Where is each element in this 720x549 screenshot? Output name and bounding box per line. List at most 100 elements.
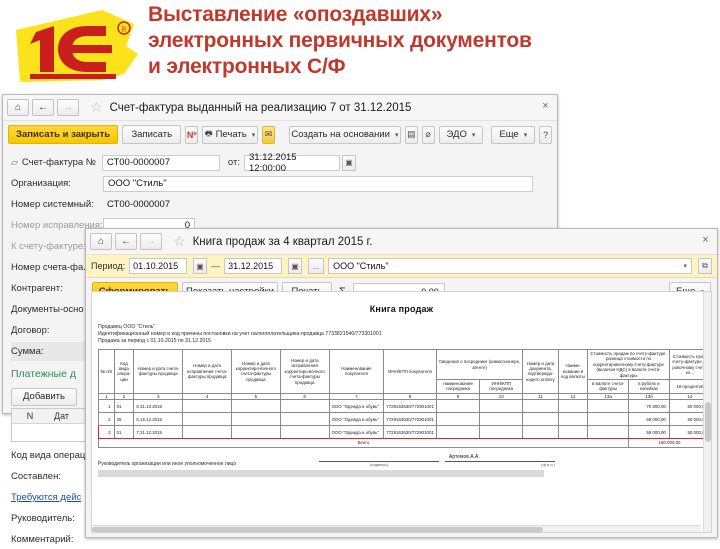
- save-button[interactable]: Записать: [122, 125, 182, 144]
- cell-payment-doc: [522, 399, 559, 414]
- table-total-row: Всего 160 000,00: [97, 438, 711, 448]
- report-vertical-scrollbar[interactable]: [703, 292, 711, 532]
- payment-documents-label: Платежные д: [11, 368, 76, 380]
- field-row-organization: Организация: ООО "Стиль": [11, 174, 549, 193]
- report-meta: Продавец ООО "Стиль" Идентификационный н…: [98, 324, 711, 345]
- back-icon[interactable]: ←: [32, 99, 54, 116]
- more-button[interactable]: Еще ▾: [491, 125, 536, 144]
- col-header-sales-value-group: Стоимость продаж по счету-фактуре, разни…: [587, 348, 670, 381]
- cell-invoice: 6,15.12.2015: [133, 412, 184, 427]
- organization-label: Организация:: [11, 178, 71, 189]
- attachment-icon[interactable]: ⌀: [421, 125, 435, 144]
- field-row-system-number: Номер системный: СТ00-0000007: [11, 195, 549, 214]
- period-select-button[interactable]: ...: [308, 258, 325, 274]
- cell-amount-rub: 59 000,00: [628, 412, 670, 427]
- create-based-on-button[interactable]: Создать на основании ▾: [288, 125, 401, 144]
- report-horizontal-scrollbar[interactable]: [92, 525, 701, 532]
- col-header-n: № п/п: [98, 349, 115, 394]
- close-icon[interactable]: ×: [539, 100, 552, 113]
- home-icon[interactable]: ⌂: [7, 99, 29, 116]
- actions-required-link[interactable]: Требуются дейс: [11, 492, 81, 503]
- report-seller-line: Продавец ООО "Стиль": [98, 324, 156, 330]
- cell-mediator: [435, 425, 481, 440]
- favorite-star-icon[interactable]: ☆: [90, 99, 103, 116]
- sales-book-window-title: Книга продаж за 4 квартал 2015 г.: [192, 235, 373, 248]
- close-icon[interactable]: ×: [699, 234, 712, 247]
- chevron-down-icon: ▾: [523, 131, 528, 139]
- field-row-amount: Сумма:: [11, 342, 93, 361]
- chevron-down-icon: ▾: [394, 131, 399, 139]
- sales-book-table: № п/п Код вида опера-ции Номер и дата сч…: [97, 348, 711, 448]
- open-organization-icon[interactable]: ⧉: [698, 258, 712, 274]
- cell-corrective-invoice-fix: [279, 412, 330, 427]
- tax-invoice-icon[interactable]: Nº: [185, 125, 199, 144]
- add-button[interactable]: Добавить: [11, 387, 77, 406]
- print-button[interactable]: 🖶 Печать ▾: [202, 125, 259, 144]
- invoice-nav-group: ⌂ ← →: [7, 99, 82, 116]
- edo-button[interactable]: ЭДО ▾: [438, 125, 484, 144]
- period-from-input[interactable]: 01.10.2015: [129, 258, 188, 274]
- invoice-date-label: от:: [227, 157, 240, 168]
- cell-n: 3: [98, 425, 115, 440]
- col-header-operation-code: Код вида опера-ции: [113, 349, 135, 394]
- cell-currency: [557, 425, 589, 440]
- signature-line: [319, 454, 439, 462]
- back-icon[interactable]: ←: [115, 233, 137, 250]
- logo-1c: R: [6, 6, 146, 88]
- col-header-currency: Наиме-нование и код валюты: [557, 349, 589, 394]
- forward-icon[interactable]: →: [57, 99, 79, 116]
- cell-n: 2: [98, 412, 115, 427]
- col-header-invoice: Номер и дата счета-фактуры продавца: [133, 349, 184, 394]
- forward-icon[interactable]: →: [140, 233, 162, 250]
- col-header-mediator-name: наименование посредника: [435, 379, 481, 394]
- col-header-amount-currency: в валюте счета-фактуры: [587, 379, 630, 394]
- mail-icon[interactable]: ✉: [262, 125, 275, 144]
- sales-book-nav-group: ⌂ ← →: [90, 233, 165, 250]
- print-button-label: Печать: [215, 129, 247, 140]
- report-inn-line: Идентификационный номер и код причины по…: [98, 331, 382, 337]
- report-icon[interactable]: ▤: [404, 125, 418, 144]
- cell-payment-doc: [522, 425, 559, 440]
- cell-corrective-invoice: [231, 412, 281, 427]
- table-row[interactable]: 1 01 6,31.10.2015 ООО "Одежда и обувь" 7…: [98, 399, 711, 414]
- report-title: Книга продаж: [369, 304, 434, 314]
- calendar-icon[interactable]: ▣: [193, 258, 208, 274]
- invoice-window-titlebar: ⌂ ← → ☆ Счет-фактура выданный на реализа…: [3, 95, 557, 121]
- table-row[interactable]: 2 26 6,15.12.2015 ООО "Одежда и обувь" 7…: [98, 412, 711, 427]
- cell-buyer: ООО "Одежда и обувь": [328, 412, 385, 427]
- home-icon[interactable]: ⌂: [90, 233, 112, 250]
- cell-amount-currency: [587, 425, 630, 440]
- cell-amount-rub: 70 800,00: [628, 399, 670, 414]
- cell-buyer-inn: 7729163630/772901001: [383, 412, 437, 427]
- help-icon[interactable]: ?: [539, 125, 553, 144]
- calendar-icon[interactable]: ▣: [342, 154, 356, 171]
- invoice-number-label: Счет-фактура №: [21, 157, 96, 168]
- cell-buyer: ООО "Одежда и обувь": [328, 425, 385, 440]
- invoice-number-input[interactable]: СТ00-0000007: [101, 154, 220, 171]
- save-and-close-button[interactable]: Записать и закрыть: [8, 125, 119, 144]
- period-to-input[interactable]: 31.12.2015: [224, 258, 283, 274]
- svg-text:R: R: [122, 26, 127, 34]
- cell-mediator-inn: [479, 399, 524, 414]
- document-icon: ▱: [11, 157, 18, 167]
- report-horizontal-scroll-thumb[interactable]: [92, 527, 543, 532]
- organization-input[interactable]: ООО "Стиль": [103, 175, 533, 192]
- slide-header: R Выставление «опоздавших» электронных п…: [0, 0, 720, 96]
- cell-amount-currency: [587, 412, 630, 427]
- table-row-highlighted[interactable]: 3 01 7,31.12.2015 ООО "Одежда и обувь" 7…: [98, 425, 711, 440]
- report-period-line: Продажа за период с 01.10.2015 по 31.12.…: [98, 338, 212, 344]
- cell-invoice-correction: [182, 399, 233, 414]
- cell-buyer: ООО "Одежда и обувь": [328, 399, 385, 414]
- col-header-invoice-correction: Номер и дата исправления счета-фактуры п…: [182, 349, 233, 394]
- create-based-on-label: Создать на основании: [291, 129, 390, 140]
- cell-invoice: 6,31.10.2015: [133, 399, 184, 414]
- report-vertical-scroll-thumb[interactable]: [705, 402, 711, 443]
- cell-corrective-invoice-fix: [279, 425, 330, 440]
- calendar-icon[interactable]: ▣: [288, 258, 303, 274]
- table-header-row-top: № п/п Код вида опера-ции Номер и дата сч…: [98, 348, 711, 394]
- page-title: Выставление «опоздавших» электронных пер…: [148, 2, 708, 80]
- favorite-star-icon[interactable]: ☆: [173, 233, 186, 250]
- organization-select[interactable]: ООО "Стиль" ▾: [328, 258, 692, 274]
- invoice-date-input[interactable]: 31.12.2015 12:00:00: [244, 152, 340, 174]
- more-button-label: Еще: [499, 129, 519, 140]
